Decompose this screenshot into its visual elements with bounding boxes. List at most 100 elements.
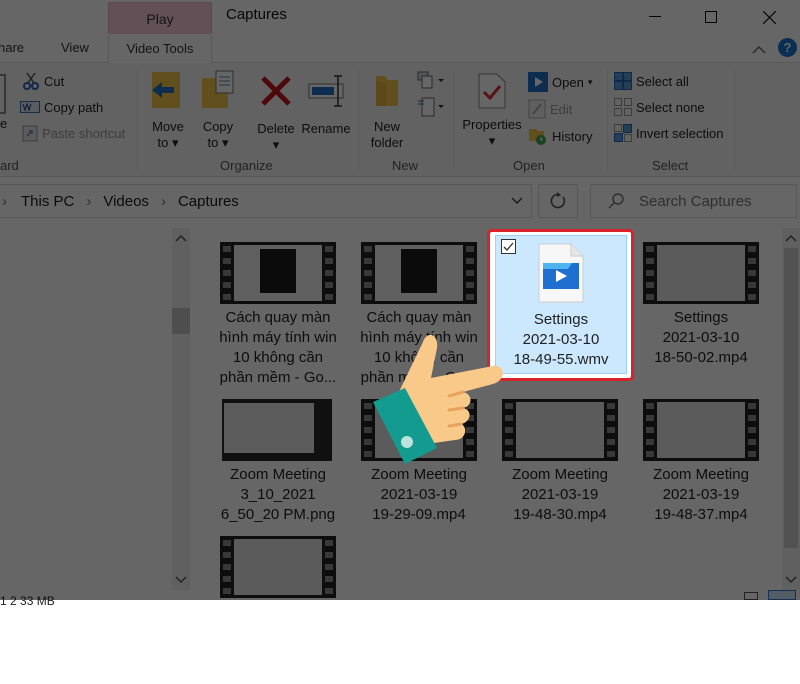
- large-icons-view-button[interactable]: [768, 590, 796, 600]
- film-hole: [223, 576, 231, 582]
- film-hole: [223, 270, 231, 276]
- scroll-up-icon: [785, 234, 797, 242]
- minimize-icon: [649, 16, 661, 17]
- breadcrumb-this-pc[interactable]: This PC: [21, 193, 74, 210]
- file-item[interactable]: Settings 2021-03-10 18-50-02.mp4: [635, 240, 775, 390]
- refresh-button[interactable]: [538, 184, 578, 218]
- file-item[interactable]: [212, 534, 352, 684]
- item-checkbox[interactable]: [501, 239, 516, 254]
- breadcrumb-videos[interactable]: Videos: [103, 193, 149, 210]
- select-none-button[interactable]: Select none: [614, 96, 705, 118]
- cut-button[interactable]: Cut: [22, 70, 64, 92]
- file-name-line: 3_10_2021: [240, 486, 316, 503]
- history-button[interactable]: History: [528, 125, 592, 147]
- select-none-icon: [614, 98, 632, 116]
- thumbnail-content: [234, 539, 322, 595]
- copy-path-button[interactable]: Copy path: [20, 96, 103, 118]
- breadcrumb-chevron-icon: ›: [2, 192, 7, 210]
- open-media-icon: [528, 72, 548, 92]
- delete-label: Delete ▾: [257, 121, 295, 152]
- file-item[interactable]: Zoom Meeting 2021-03-19 19-48-37.mp4: [635, 397, 775, 547]
- move-to-label: Move to ▾: [152, 119, 184, 150]
- film-hole: [325, 282, 333, 288]
- details-view-button[interactable]: [744, 592, 758, 600]
- nav-pane-scrollbar[interactable]: [172, 228, 190, 590]
- file-item-selected[interactable]: Settings 2021-03-10 18-49-55.wmv: [495, 235, 627, 374]
- file-item[interactable]: Zoom Meeting 3_10_2021 6_50_20 PM.png: [212, 397, 352, 547]
- thumbnail-content: [224, 403, 314, 453]
- close-icon: [762, 10, 776, 24]
- film-hole: [646, 439, 654, 445]
- group-label-open: Open: [513, 158, 545, 173]
- tab-video-tools[interactable]: Video Tools: [108, 36, 212, 63]
- file-name-line: Cách quay màn: [366, 309, 472, 326]
- tab-share[interactable]: hare: [0, 40, 24, 55]
- address-bar[interactable]: › This PC › Videos › Captures: [0, 184, 532, 218]
- delete-text: Delete: [257, 121, 295, 136]
- search-icon: [608, 193, 624, 209]
- invert-selection-button[interactable]: Invert selection: [614, 122, 723, 144]
- edit-button[interactable]: Edit: [528, 98, 572, 120]
- tab-view[interactable]: View: [61, 40, 89, 55]
- move-to-button[interactable]: Move to ▾: [148, 70, 188, 151]
- film-hole: [646, 415, 654, 421]
- file-name-line: 19-48-30.mp4: [513, 506, 607, 523]
- minimize-button[interactable]: [632, 0, 678, 34]
- file-name-line: 2021-03-19: [380, 486, 458, 503]
- move-to-text-2: to: [157, 135, 169, 150]
- search-box[interactable]: Search Captures: [590, 184, 797, 218]
- file-name-line: Zoom Meeting: [230, 466, 326, 483]
- copy-to-button[interactable]: Copy to ▾: [198, 70, 238, 151]
- file-name: Settings 2021-03-10 18-50-02.mp4: [631, 308, 771, 368]
- search-input[interactable]: Search Captures: [639, 193, 752, 210]
- new-item-button[interactable]: [416, 70, 446, 95]
- film-hole: [748, 427, 756, 433]
- collapse-ribbon-button[interactable]: [752, 42, 766, 60]
- film-hole: [646, 258, 654, 264]
- film-hole: [325, 258, 333, 264]
- file-item[interactable]: Zoom Meeting 2021-03-19 19-48-30.mp4: [494, 397, 634, 547]
- close-button[interactable]: [746, 0, 792, 34]
- content-scrollbar[interactable]: [782, 228, 800, 590]
- file-name: Settings 2021-03-10 18-49-55.wmv: [491, 310, 631, 370]
- delete-button[interactable]: Delete ▾: [252, 74, 300, 153]
- thumbnail-content: [234, 245, 322, 301]
- film-hole: [748, 415, 756, 421]
- film-hole: [223, 246, 231, 252]
- properties-button[interactable]: Properties ▾: [460, 72, 524, 149]
- paste-icon[interactable]: [0, 74, 6, 114]
- film-hole: [325, 564, 333, 570]
- file-item[interactable]: Cách quay màn hình máy tính win 10 không c…: [212, 240, 352, 390]
- scroll-thumb[interactable]: [172, 308, 190, 334]
- help-icon[interactable]: ?: [778, 38, 797, 57]
- film-hole: [748, 282, 756, 288]
- scroll-down-icon: [785, 576, 797, 584]
- film-hole: [646, 270, 654, 276]
- select-all-button[interactable]: Select all: [614, 70, 689, 92]
- open-button[interactable]: Open ▾: [528, 71, 592, 93]
- film-hole: [466, 294, 474, 300]
- scroll-thumb[interactable]: [784, 248, 798, 548]
- select-all-label: Select all: [636, 73, 689, 89]
- file-name: Cách quay màn hình máy tính win 10 không c…: [208, 308, 348, 388]
- new-folder-button[interactable]: New folder: [364, 72, 410, 151]
- tab-play[interactable]: Play: [108, 2, 212, 34]
- easy-access-button[interactable]: [416, 96, 446, 123]
- film-hole: [607, 427, 615, 433]
- new-item-icon: [417, 71, 444, 89]
- video-thumbnail: [643, 399, 759, 461]
- properties-label: Properties ▾: [462, 117, 522, 148]
- maximize-button[interactable]: [688, 0, 734, 34]
- rename-button[interactable]: Rename: [300, 74, 352, 137]
- move-to-text: Move: [152, 119, 184, 134]
- file-name-line: 18-50-02.mp4: [654, 349, 748, 366]
- open-label: Open: [552, 74, 584, 90]
- address-dropdown-button[interactable]: [510, 193, 524, 211]
- thumbnail-content: [516, 402, 604, 458]
- rename-label: Rename: [301, 121, 351, 136]
- rename-icon: [308, 75, 344, 107]
- film-hole: [505, 415, 513, 421]
- breadcrumb-captures[interactable]: Captures: [178, 193, 239, 210]
- film-hole: [505, 451, 513, 457]
- paste-shortcut-button[interactable]: Paste shortcut: [22, 122, 125, 144]
